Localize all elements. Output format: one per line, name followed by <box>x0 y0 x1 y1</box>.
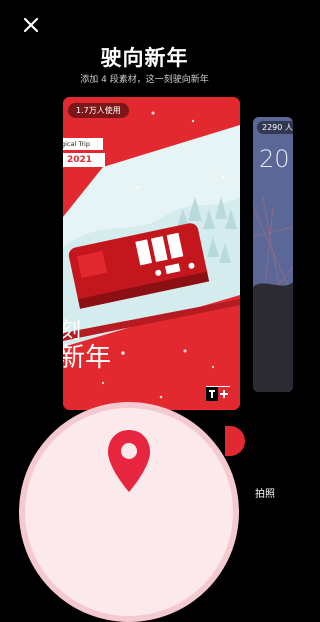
card-caption-line2: 新年 <box>63 343 112 373</box>
template-card-next[interactable]: 2290 人 20 <box>253 117 293 392</box>
trip-label: gical Trip <box>63 138 103 150</box>
page-title: 驶向新年 <box>100 46 189 70</box>
template-card-main[interactable]: 1.7万人使用 gical Trip 2021 刻 新年 <box>63 97 240 410</box>
close-icon[interactable] <box>20 14 42 36</box>
location-pin-icon <box>108 430 150 492</box>
year-label: 2021 <box>63 153 105 167</box>
record-bar <box>225 426 245 456</box>
page-subtitle: 添加 4 段素材，这一刻驶向新年 <box>80 75 209 85</box>
next-card-text: 20 <box>259 145 290 173</box>
usage-count-badge: 1.7万人使用 <box>68 103 129 118</box>
brand-logo-icon <box>206 386 230 401</box>
shoot-mode-label[interactable]: 拍照 <box>255 485 275 500</box>
next-usage-badge: 2290 人 <box>257 121 293 134</box>
